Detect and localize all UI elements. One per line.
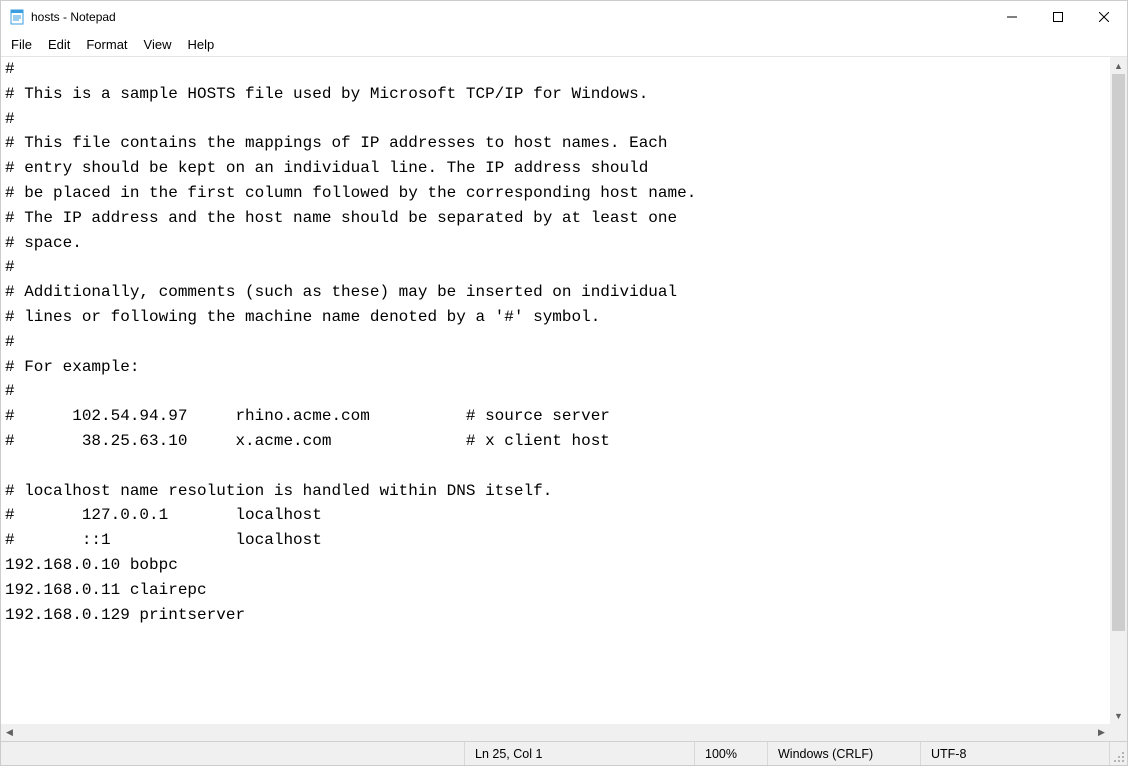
vertical-scroll-track[interactable] (1110, 74, 1127, 707)
titlebar[interactable]: hosts - Notepad (1, 1, 1127, 33)
menubar: File Edit Format View Help (1, 33, 1127, 56)
status-line-ending: Windows (CRLF) (767, 742, 920, 765)
scroll-down-arrow-icon[interactable]: ▼ (1110, 707, 1127, 724)
close-button[interactable] (1081, 1, 1127, 33)
status-encoding: UTF-8 (920, 742, 1109, 765)
scroll-corner (1110, 724, 1127, 741)
status-zoom: 100% (694, 742, 767, 765)
status-cursor-position: Ln 25, Col 1 (464, 742, 694, 765)
vertical-scroll-thumb[interactable] (1112, 74, 1125, 631)
menu-file[interactable]: File (3, 35, 40, 54)
resize-grip-icon[interactable] (1109, 742, 1127, 765)
maximize-button[interactable] (1035, 1, 1081, 33)
horizontal-scrollbar[interactable]: ◀ ▶ (1, 724, 1110, 741)
menu-format[interactable]: Format (78, 35, 135, 54)
menu-help[interactable]: Help (179, 35, 222, 54)
notepad-icon (9, 9, 25, 25)
scroll-right-arrow-icon[interactable]: ▶ (1093, 724, 1110, 741)
text-editor[interactable]: # # This is a sample HOSTS file used by … (1, 57, 1110, 724)
window-title: hosts - Notepad (31, 10, 116, 24)
menu-edit[interactable]: Edit (40, 35, 78, 54)
scroll-up-arrow-icon[interactable]: ▲ (1110, 57, 1127, 74)
window-controls (989, 1, 1127, 33)
minimize-button[interactable] (989, 1, 1035, 33)
scroll-left-arrow-icon[interactable]: ◀ (1, 724, 18, 741)
status-spacer (1, 742, 464, 765)
menu-view[interactable]: View (136, 35, 180, 54)
statusbar: Ln 25, Col 1 100% Windows (CRLF) UTF-8 (1, 741, 1127, 765)
editor-area: # # This is a sample HOSTS file used by … (1, 56, 1127, 741)
vertical-scrollbar[interactable]: ▲ ▼ (1110, 57, 1127, 724)
